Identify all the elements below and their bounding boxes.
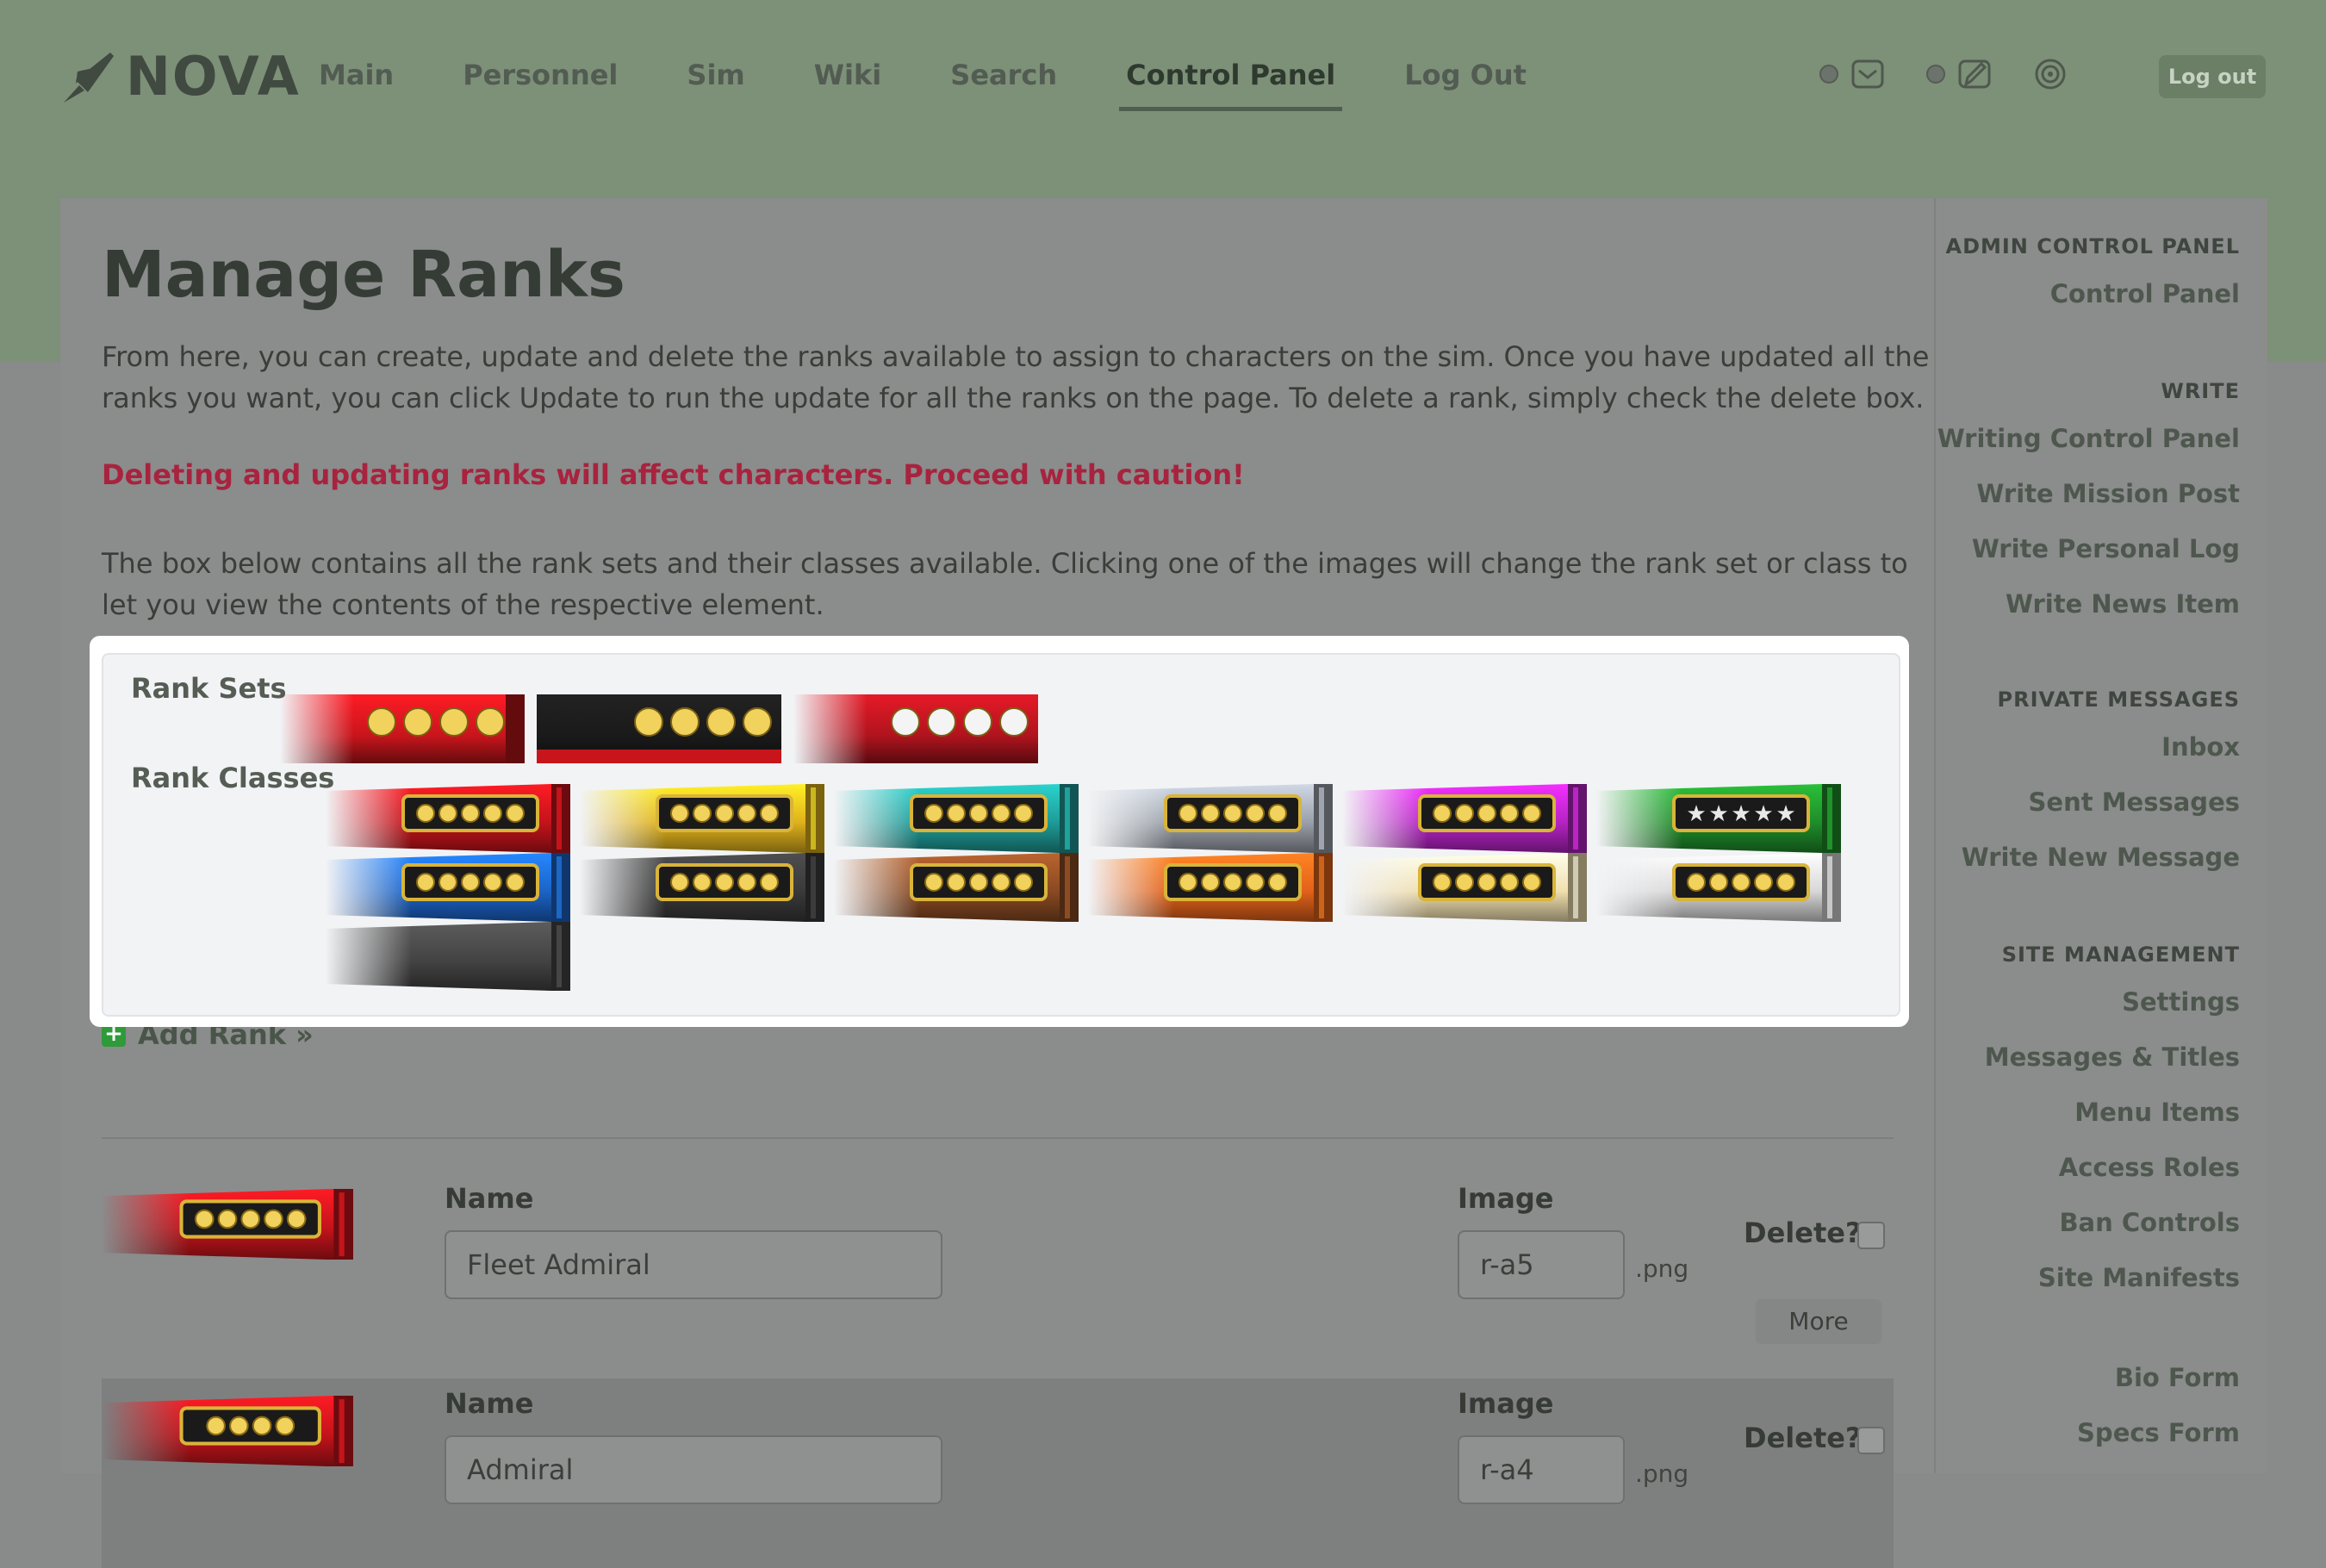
nav-personnel[interactable]: Personnel bbox=[456, 53, 625, 111]
image-label: Image bbox=[1458, 1387, 1554, 1420]
nav-main[interactable]: Main bbox=[312, 53, 401, 111]
rank-class-image[interactable] bbox=[834, 784, 1079, 853]
svg-text:★: ★ bbox=[1708, 801, 1728, 827]
rank-class-image[interactable] bbox=[326, 784, 570, 853]
rank-class-image[interactable] bbox=[580, 853, 824, 922]
rank-class-image[interactable] bbox=[1342, 853, 1587, 922]
rank-class-image[interactable] bbox=[1088, 853, 1333, 922]
sidebar-link-access-roles[interactable]: Access Roles bbox=[2059, 1153, 2240, 1182]
name-label: Name bbox=[445, 1387, 534, 1420]
page-title: Manage Ranks bbox=[102, 238, 625, 312]
header-icons bbox=[1819, 57, 2068, 91]
sidebar-link-ban-controls[interactable]: Ban Controls bbox=[2059, 1208, 2240, 1237]
nova-logo[interactable]: NOVA bbox=[59, 45, 301, 108]
settings-icon[interactable] bbox=[2033, 57, 2068, 91]
image-label: Image bbox=[1458, 1182, 1554, 1215]
box-intro-text: The box below contains all the rank sets… bbox=[102, 547, 1908, 621]
delete-label: Delete? bbox=[1744, 1422, 1862, 1454]
rank-class-image[interactable] bbox=[834, 853, 1079, 922]
nav-wiki[interactable]: Wiki bbox=[807, 53, 889, 111]
delete-label: Delete? bbox=[1744, 1216, 1862, 1249]
sidebar: ADMIN CONTROL PANEL Control Panel WRITE … bbox=[1934, 198, 2267, 1473]
rank-classes-label: Rank Classes bbox=[131, 762, 335, 794]
sidebar-link-write-personal-log[interactable]: Write Personal Log bbox=[1972, 534, 2240, 563]
nav-search[interactable]: Search bbox=[943, 53, 1064, 111]
svg-text:★: ★ bbox=[1776, 801, 1795, 827]
rank-class-image[interactable] bbox=[1342, 784, 1587, 853]
sidebar-link-bio-form[interactable]: Bio Form bbox=[2115, 1363, 2240, 1392]
svg-text:★: ★ bbox=[1731, 801, 1751, 827]
rank-row: Name Fleet Admiral Image r-a5 .png Delet… bbox=[102, 1172, 1894, 1361]
sidebar-link-menu-items[interactable]: Menu Items bbox=[2074, 1098, 2240, 1127]
intro-text: From here, you can create, update and de… bbox=[102, 340, 1930, 414]
more-button[interactable]: More bbox=[1756, 1299, 1881, 1344]
rocket-logo-icon bbox=[64, 52, 114, 103]
rank-image bbox=[102, 1189, 353, 1263]
sidebar-link-settings[interactable]: Settings bbox=[2122, 987, 2240, 1017]
sidebar-link-write-mission-post[interactable]: Write Mission Post bbox=[1976, 479, 2240, 508]
warning-text: Deleting and updating ranks will affect … bbox=[102, 458, 1245, 491]
rank-image-input[interactable]: r-a4 bbox=[1458, 1435, 1625, 1504]
mail-icon[interactable] bbox=[1850, 57, 1885, 91]
rank-set-image[interactable] bbox=[793, 694, 1038, 763]
delete-checkbox[interactable] bbox=[1857, 1222, 1885, 1249]
rank-set-image[interactable] bbox=[537, 694, 781, 763]
sidebar-link-specs-form[interactable]: Specs Form bbox=[2077, 1418, 2240, 1447]
rank-selector-panel: Rank Sets Rank Classes ★ ★ ★ ★ ★ bbox=[90, 636, 1909, 1027]
logo-text: NOVA bbox=[126, 45, 301, 108]
main-nav: Main Personnel Sim Wiki Search Control P… bbox=[312, 53, 1589, 111]
sidebar-link-write-new-message[interactable]: Write New Message bbox=[1962, 843, 2240, 872]
delete-checkbox[interactable] bbox=[1857, 1427, 1885, 1454]
rank-class-image[interactable] bbox=[580, 784, 824, 853]
sidebar-heading-write: WRITE bbox=[2161, 379, 2240, 403]
rank-image bbox=[102, 1396, 353, 1470]
sidebar-link-control-panel[interactable]: Control Panel bbox=[2050, 279, 2240, 308]
rank-selector-box: Rank Sets Rank Classes ★ ★ ★ ★ ★ bbox=[102, 653, 1900, 1017]
sidebar-link-messages-titles[interactable]: Messages & Titles bbox=[1985, 1042, 2240, 1072]
svg-text:★: ★ bbox=[1686, 801, 1706, 827]
sidebar-link-write-news-item[interactable]: Write News Item bbox=[2006, 589, 2240, 619]
rank-name-input[interactable]: Admiral bbox=[445, 1435, 942, 1504]
rank-row: Name Admiral Image r-a4 .png Delete? bbox=[102, 1378, 1894, 1568]
name-label: Name bbox=[445, 1182, 534, 1215]
rank-class-image[interactable] bbox=[1088, 784, 1333, 853]
sidebar-link-writing-control-panel[interactable]: Writing Control Panel bbox=[1937, 424, 2240, 453]
image-ext: .png bbox=[1635, 1254, 1689, 1283]
nav-sim[interactable]: Sim bbox=[680, 53, 751, 111]
rank-class-image[interactable] bbox=[326, 853, 570, 922]
rank-set-image[interactable] bbox=[280, 694, 525, 763]
logout-button[interactable]: Log out bbox=[2159, 55, 2266, 98]
sidebar-link-site-manifests[interactable]: Site Manifests bbox=[2038, 1263, 2240, 1292]
sidebar-heading-private-messages: PRIVATE MESSAGES bbox=[1997, 688, 2240, 712]
rank-class-image[interactable] bbox=[326, 922, 570, 991]
rank-class-image[interactable]: ★ ★ ★ ★ ★ bbox=[1596, 784, 1841, 853]
rank-name-input[interactable]: Fleet Admiral bbox=[445, 1230, 942, 1299]
rank-sets-label: Rank Sets bbox=[131, 672, 287, 705]
sidebar-heading-admin: ADMIN CONTROL PANEL bbox=[1945, 234, 2240, 258]
mail-status-dot bbox=[1819, 65, 1838, 84]
svg-text:★: ★ bbox=[1753, 801, 1773, 827]
rank-class-image[interactable] bbox=[1596, 853, 1841, 922]
divider bbox=[102, 1137, 1894, 1139]
nav-log-out[interactable]: Log Out bbox=[1397, 53, 1533, 111]
write-status-dot bbox=[1926, 65, 1945, 84]
rank-image-input[interactable]: r-a5 bbox=[1458, 1230, 1625, 1299]
sidebar-link-sent-messages[interactable]: Sent Messages bbox=[2029, 787, 2240, 817]
nav-control-panel[interactable]: Control Panel bbox=[1119, 53, 1343, 111]
image-ext: .png bbox=[1635, 1459, 1689, 1488]
write-icon[interactable] bbox=[1957, 57, 1992, 91]
sidebar-link-inbox[interactable]: Inbox bbox=[2161, 732, 2240, 762]
sidebar-heading-site-management: SITE MANAGEMENT bbox=[2001, 943, 2240, 967]
